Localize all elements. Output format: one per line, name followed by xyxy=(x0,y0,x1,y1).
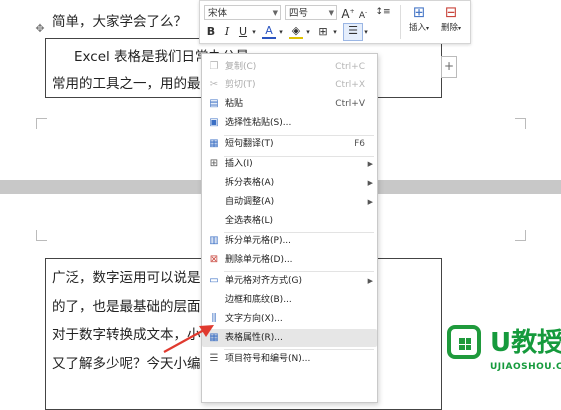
copy-icon: ❐ xyxy=(209,61,219,72)
underline-button[interactable]: U xyxy=(237,25,249,39)
chevron-down-icon[interactable]: ▾ xyxy=(304,25,312,39)
menu-item-paste-special[interactable]: ▣ 选择性粘贴(S)... xyxy=(202,114,377,132)
italic-button[interactable]: I xyxy=(221,25,233,39)
table-cell-text[interactable]: 的了，也是最基础的层面 xyxy=(52,295,201,315)
cut-icon: ✂ xyxy=(209,79,219,90)
decrease-font-button[interactable]: A- xyxy=(357,6,369,21)
highlight-button[interactable]: ◈ xyxy=(289,24,303,39)
menu-item-cell-align[interactable]: ▭ 单元格对齐方式(G) ▶ xyxy=(202,272,377,290)
floating-toolbar: 宋体 ▼ 四号 ▼ A+ A- ↕≡ B I U ▾ A ▾ ◈ ▾ ⊞ ▾ ☰ ▾… xyxy=(199,0,471,44)
align-icon: ☰ xyxy=(348,24,358,37)
bold-button[interactable]: B xyxy=(205,25,217,39)
chevron-down-icon: ▼ xyxy=(328,9,334,17)
border-icon: ⊞ xyxy=(318,25,328,38)
toolbar-divider xyxy=(400,5,401,39)
menu-item-paste[interactable]: ▤ 粘贴 Ctrl+V xyxy=(202,95,377,113)
windows-logo-glyph xyxy=(459,338,471,350)
chevron-right-icon: ▶ xyxy=(367,179,373,187)
menu-item-split-table[interactable]: 拆分表格(A) ▶ xyxy=(202,174,377,192)
chevron-down-icon[interactable]: ▾ xyxy=(331,25,339,39)
menu-item-copy[interactable]: ❐ 复制(C) Ctrl+C xyxy=(202,58,377,76)
menu-item-cut[interactable]: ✂ 剪切(T) Ctrl+X xyxy=(202,76,377,94)
menu-item-split-cell[interactable]: ▥ 拆分单元格(P)... xyxy=(202,232,377,250)
chevron-down-icon: ▼ xyxy=(272,9,278,17)
delete-cell-icon: ⊠ xyxy=(209,254,219,265)
watermark-url: UJIAOSHOU.COM xyxy=(490,362,561,372)
menu-item-translate[interactable]: ▦ 短句翻译(T) F6 xyxy=(202,135,377,153)
context-menu: ❐ 复制(C) Ctrl+C ✂ 剪切(T) Ctrl+X ▤ 粘贴 Ctrl+… xyxy=(201,53,378,403)
table-insert-icon: ⊞ xyxy=(412,3,426,21)
doc-text-line[interactable]: 简单，大家学会了么？ xyxy=(52,10,187,30)
page-corner-mark xyxy=(515,230,526,241)
paste-special-icon: ▣ xyxy=(209,117,219,128)
menu-item-borders-shading[interactable]: 边框和底纹(B)... xyxy=(202,291,377,309)
chevron-right-icon: ▶ xyxy=(367,277,373,285)
table-cell-text[interactable]: 广泛，数字运用可以说是 xyxy=(52,266,201,286)
align-button[interactable]: ☰ xyxy=(343,23,363,41)
paint-bucket-icon: ◈ xyxy=(291,24,301,37)
font-color-button[interactable]: A xyxy=(262,24,276,39)
menu-item-delete-cell[interactable]: ⊠ 删除单元格(D)... xyxy=(202,251,377,269)
split-cell-icon: ▥ xyxy=(209,235,219,246)
font-size-select[interactable]: 四号 ▼ xyxy=(285,5,337,20)
page-corner-mark xyxy=(515,118,526,129)
paste-icon: ▤ xyxy=(209,98,219,109)
watermark-title: U教授 xyxy=(490,328,561,358)
insert-button[interactable]: ⊞ 插入▾ xyxy=(404,3,434,34)
chevron-down-icon[interactable]: ▾ xyxy=(277,25,285,39)
chevron-down-icon[interactable]: ▾ xyxy=(250,25,258,39)
increase-font-button[interactable]: A+ xyxy=(341,5,355,21)
red-pointer-arrow xyxy=(163,325,214,353)
menu-item-insert[interactable]: ⊞ 插入(I) ▶ xyxy=(202,155,377,173)
page-corner-mark xyxy=(36,118,47,129)
windows-logo-icon xyxy=(447,325,481,359)
page-corner-mark xyxy=(36,230,47,241)
menu-item-text-direction[interactable]: ⫼ 文字方向(X)... xyxy=(202,310,377,328)
table-cell-text[interactable]: 常用的工具之一，用的最广 xyxy=(52,72,214,92)
table-delete-icon: ⊟ xyxy=(444,3,458,21)
arrow-shaft xyxy=(163,329,205,353)
chevron-down-icon[interactable]: ▾ xyxy=(362,25,370,39)
border-button[interactable]: ⊞ xyxy=(316,25,330,39)
menu-item-select-table[interactable]: 全选表格(L) xyxy=(202,212,377,230)
cell-align-icon: ▭ xyxy=(209,275,219,286)
font-name-select[interactable]: 宋体 ▼ xyxy=(204,5,281,20)
insert-table-icon: ⊞ xyxy=(209,158,219,169)
menu-item-bullets-numbering[interactable]: ☰ 项目符号和编号(N)... xyxy=(202,350,377,368)
chevron-right-icon: ▶ xyxy=(367,160,373,168)
menu-item-table-properties[interactable]: ▦ 表格属性(R)... xyxy=(202,329,377,347)
chevron-right-icon: ▶ xyxy=(367,198,373,206)
watermark-logo: U教授 UJIAOSHOU.COM xyxy=(442,318,561,403)
translate-icon: ▦ xyxy=(209,138,219,149)
line-spacing-button[interactable]: ↕≡ xyxy=(372,5,394,19)
move-icon[interactable]: ✥ xyxy=(34,23,46,35)
add-column-button[interactable]: + xyxy=(441,56,457,78)
delete-button[interactable]: ⊟ 删除▾ xyxy=(436,3,466,34)
menu-item-auto-adjust[interactable]: 自动调整(A) ▶ xyxy=(202,193,377,211)
